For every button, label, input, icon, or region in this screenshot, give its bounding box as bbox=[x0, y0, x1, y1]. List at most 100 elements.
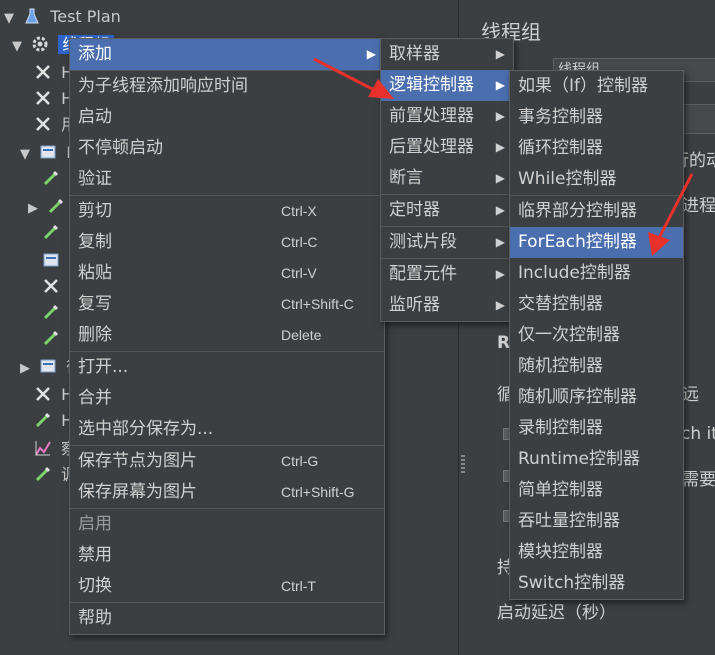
menu-item-duplicate[interactable]: 复写 Ctrl+Shift-C bbox=[70, 289, 384, 320]
submenu-arrow-icon: ▶ bbox=[495, 298, 505, 312]
wrench-icon bbox=[36, 387, 50, 401]
menu-item-once-only-controller[interactable]: 仅一次控制器 bbox=[510, 320, 683, 351]
tree-node[interactable] bbox=[42, 328, 64, 350]
menu-item-simple-controller[interactable]: 简单控制器 bbox=[510, 475, 683, 506]
tree-node-test-plan[interactable]: ▼ Test Plan bbox=[4, 6, 121, 28]
wrench-icon bbox=[44, 279, 58, 293]
tree-node[interactable] bbox=[42, 276, 64, 298]
pipette-icon bbox=[43, 330, 59, 346]
menu-item-config-element[interactable]: 配置元件 ▶ bbox=[381, 259, 513, 290]
partial-label: 远 bbox=[682, 385, 699, 405]
shortcut: Ctrl+Shift-C bbox=[281, 296, 354, 312]
menu-item-recording-controller[interactable]: 录制控制器 bbox=[510, 413, 683, 444]
shortcut: Ctrl-X bbox=[281, 203, 317, 219]
menu-item-if-controller[interactable]: 如果（If）控制器 bbox=[510, 71, 683, 102]
menu-item-test-fragment[interactable]: 测试片段 ▶ bbox=[381, 227, 513, 258]
submenu-arrow-icon: ▶ bbox=[495, 47, 505, 61]
submenu-arrow-icon: ▶ bbox=[495, 267, 505, 281]
tree-node-controller[interactable]: ▼ F bbox=[20, 142, 75, 164]
tree-node[interactable] bbox=[42, 250, 64, 272]
menu-item-validate[interactable]: 验证 bbox=[70, 164, 384, 195]
annotation-arrow-icon bbox=[648, 173, 694, 256]
menu-item-random-controller[interactable]: 随机控制器 bbox=[510, 351, 683, 382]
shortcut: Ctrl+Shift-G bbox=[281, 484, 355, 500]
menu-item-assertion[interactable]: 断言 ▶ bbox=[381, 163, 513, 194]
controller-icon bbox=[40, 145, 56, 159]
tree-node[interactable]: ▶ bbox=[28, 196, 69, 218]
expand-arrow-icon[interactable]: ▶ bbox=[20, 358, 34, 380]
pipette-icon bbox=[35, 412, 51, 428]
menu-item-save-selection-as[interactable]: 选中部分保存为... bbox=[70, 414, 384, 445]
tree-node-label: Test Plan bbox=[50, 7, 121, 26]
menu-item-disable[interactable]: 禁用 bbox=[70, 540, 384, 571]
menu-item-enable[interactable]: 启用 bbox=[70, 509, 384, 540]
graph-icon bbox=[35, 441, 51, 456]
tree-node[interactable]: H bbox=[34, 88, 73, 110]
gear-icon bbox=[32, 36, 48, 52]
menu-item-toggle[interactable]: 切换 Ctrl-T bbox=[70, 571, 384, 602]
partial-label: 需要 bbox=[682, 470, 715, 490]
menu-item-listener[interactable]: 监听器 ▶ bbox=[381, 290, 513, 321]
menu-item-switch-controller[interactable]: Switch控制器 bbox=[510, 568, 683, 599]
menu-item-save-node-image[interactable]: 保存节点为图片 Ctrl-G bbox=[70, 446, 384, 477]
pipette-icon bbox=[43, 170, 59, 186]
tree-node[interactable]: H bbox=[34, 384, 73, 406]
shortcut: Ctrl-V bbox=[281, 265, 317, 281]
menu-item-interleave-controller[interactable]: 交替控制器 bbox=[510, 289, 683, 320]
menu-item-start-no-pause[interactable]: 不停顿启动 bbox=[70, 133, 384, 164]
submenu-arrow-icon: ▶ bbox=[495, 235, 505, 249]
menu-item-loop-controller[interactable]: 循环控制器 bbox=[510, 133, 683, 164]
expand-arrow-icon[interactable]: ▶ bbox=[28, 198, 42, 220]
menu-item-pre-processor[interactable]: 前置处理器 ▶ bbox=[381, 101, 513, 132]
pipette-icon bbox=[43, 224, 59, 240]
tree-node[interactable] bbox=[42, 222, 64, 244]
shortcut: Ctrl-C bbox=[281, 234, 318, 250]
controller-icon bbox=[40, 359, 56, 373]
menu-item-transaction-controller[interactable]: 事务控制器 bbox=[510, 102, 683, 133]
menu-item-module-controller[interactable]: 模块控制器 bbox=[510, 537, 683, 568]
menu-item-runtime-controller[interactable]: Runtime控制器 bbox=[510, 444, 683, 475]
menu-item-open[interactable]: 打开... bbox=[70, 352, 384, 383]
wrench-icon bbox=[36, 91, 50, 105]
shortcut: Delete bbox=[281, 327, 322, 343]
tree-node[interactable] bbox=[42, 168, 64, 190]
menu-item-include-controller[interactable]: Include控制器 bbox=[510, 258, 683, 289]
menu-item-cut[interactable]: 剪切 Ctrl-X bbox=[70, 196, 384, 227]
menu-item-sampler[interactable]: 取样器 ▶ bbox=[381, 39, 513, 70]
menu-item-timer[interactable]: 定时器 ▶ bbox=[381, 195, 513, 226]
splitter-grip-icon[interactable] bbox=[461, 455, 465, 475]
partial-label: ch it bbox=[681, 424, 715, 444]
submenu-arrow-icon: ▶ bbox=[495, 109, 505, 123]
shortcut: Ctrl-G bbox=[281, 453, 319, 469]
pipette-icon bbox=[43, 304, 59, 320]
menu-item-save-screen-image[interactable]: 保存屏幕为图片 Ctrl+Shift-G bbox=[70, 477, 384, 508]
tree-node[interactable] bbox=[42, 302, 64, 324]
tree-node[interactable]: H bbox=[34, 62, 73, 84]
menu-item-paste[interactable]: 粘贴 Ctrl-V bbox=[70, 258, 384, 289]
expand-arrow-icon[interactable]: ▼ bbox=[4, 8, 18, 30]
menu-item-merge[interactable]: 合并 bbox=[70, 383, 384, 414]
expand-arrow-icon[interactable]: ▼ bbox=[12, 36, 26, 58]
tree-node[interactable]: H bbox=[34, 410, 73, 432]
menu-item-random-order-controller[interactable]: 随机顺序控制器 bbox=[510, 382, 683, 413]
startup-delay-label: 启动延迟（秒） bbox=[497, 603, 616, 623]
wrench-icon bbox=[36, 117, 50, 131]
menu-item-delete[interactable]: 删除 Delete bbox=[70, 320, 384, 351]
menu-item-logic-controller[interactable]: 逻辑控制器 ▶ bbox=[381, 70, 513, 101]
context-menu: 添加 ▶ 为子线程添加响应时间 启动 不停顿启动 验证 剪切 Ctrl-X 复制 Ct… bbox=[69, 38, 385, 635]
submenu-arrow-icon: ▶ bbox=[495, 78, 505, 92]
expand-arrow-icon[interactable]: ▼ bbox=[20, 144, 34, 166]
controller-icon bbox=[43, 253, 59, 267]
pipette-icon bbox=[35, 466, 51, 482]
annotation-arrow-icon bbox=[313, 57, 394, 99]
menu-item-copy[interactable]: 复制 Ctrl-C bbox=[70, 227, 384, 258]
pipette-icon bbox=[49, 198, 64, 214]
menu-item-throughput-controller[interactable]: 吞吐量控制器 bbox=[510, 506, 683, 537]
submenu-arrow-icon: ▶ bbox=[495, 203, 505, 217]
menu-item-help[interactable]: 帮助 bbox=[70, 603, 384, 634]
shortcut: Ctrl-T bbox=[281, 578, 316, 594]
menu-item-post-processor[interactable]: 后置处理器 ▶ bbox=[381, 132, 513, 163]
menu-item-start[interactable]: 启动 bbox=[70, 102, 384, 133]
logic-controller-submenu: 如果（If）控制器 事务控制器 循环控制器 While控制器 临界部分控制器 F… bbox=[509, 70, 684, 600]
submenu-arrow-icon: ▶ bbox=[495, 171, 505, 185]
